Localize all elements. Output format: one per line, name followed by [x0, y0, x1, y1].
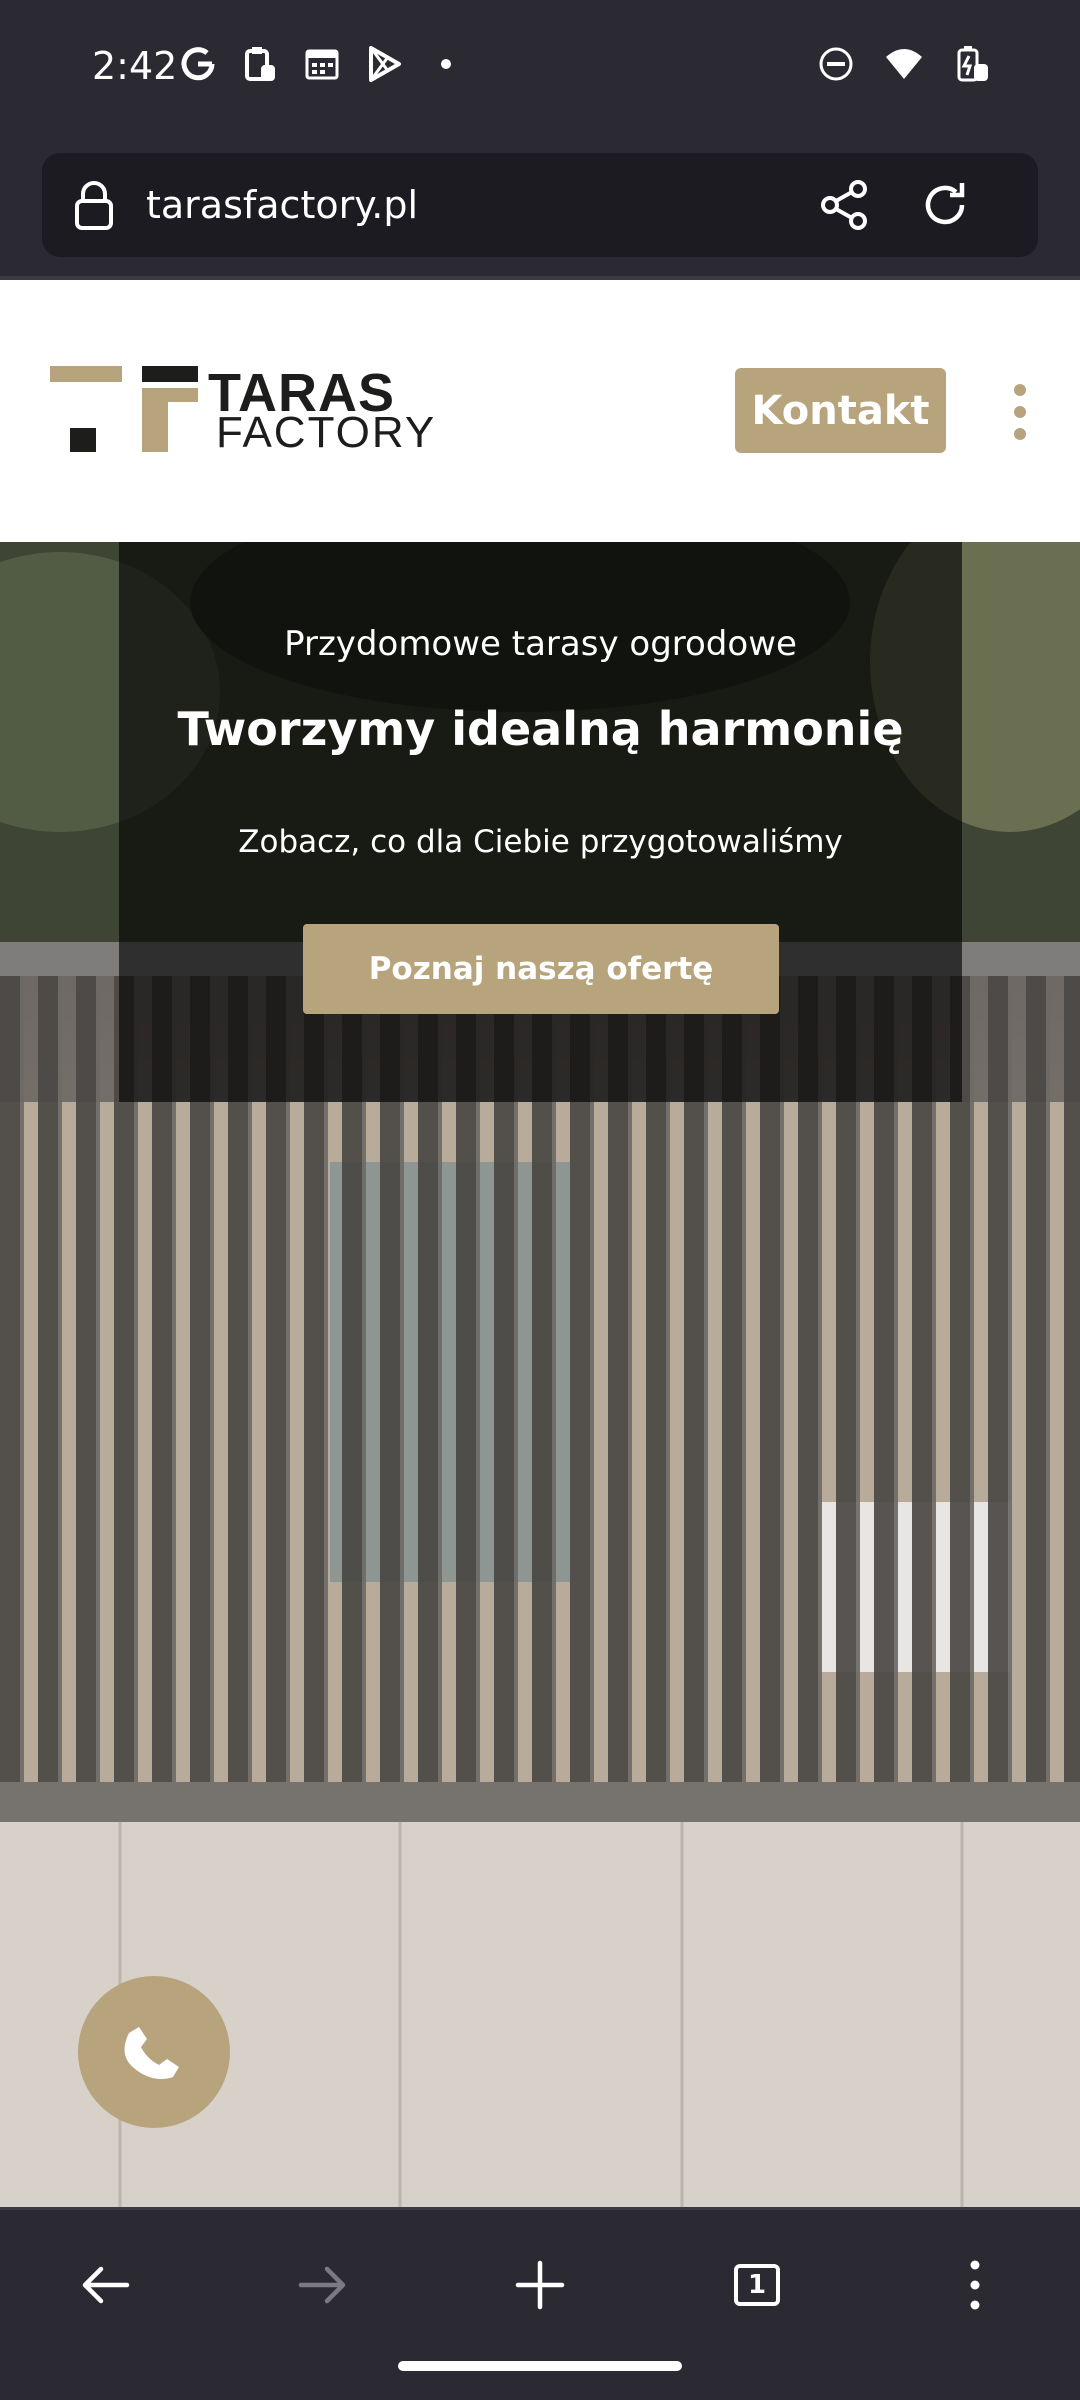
back-arrow-icon — [82, 2266, 130, 2304]
wifi-icon — [884, 44, 924, 84]
tabs-button[interactable]: 1 — [722, 2250, 792, 2320]
home-indicator[interactable] — [398, 2361, 682, 2371]
phone-icon — [124, 2027, 179, 2080]
plus-icon — [515, 2260, 565, 2310]
taras-factory-logo[interactable]: TARAS FACTORY — [48, 362, 434, 457]
clipboard-icon — [240, 44, 280, 84]
browser-bottom-toolbar: 1 — [0, 2207, 1080, 2400]
back-button[interactable] — [70, 2250, 140, 2320]
battery-icon — [952, 44, 992, 84]
reload-icon[interactable] — [918, 178, 972, 232]
kontakt-button[interactable]: Kontakt — [735, 368, 946, 453]
calendar-icon — [302, 44, 342, 84]
dnd-icon — [816, 44, 856, 84]
url-bar[interactable]: tarasfactory.pl — [42, 153, 1038, 257]
hero-description: Zobacz, co dla Ciebie przygotowaliśmy — [238, 824, 843, 860]
url-text[interactable]: tarasfactory.pl — [146, 183, 418, 227]
hero-section: Przydomowe tarasy ogrodowe Tworzymy idea… — [0, 542, 1080, 2207]
status-bar: 2:42 — [0, 0, 1080, 140]
status-icons-right — [816, 44, 992, 84]
google-g-icon — [178, 44, 218, 84]
new-tab-button[interactable] — [505, 2250, 575, 2320]
browser-menu-button[interactable] — [940, 2250, 1010, 2320]
forward-button[interactable] — [288, 2250, 358, 2320]
offer-button[interactable]: Poznaj naszą ofertę — [303, 924, 779, 1014]
logo-text-factory: FACTORY — [216, 408, 437, 457]
forward-arrow-icon — [298, 2266, 346, 2304]
tab-count: 1 — [734, 2264, 780, 2306]
play-store-icon — [364, 44, 404, 84]
logo-mark-icon — [50, 366, 198, 452]
kebab-menu-icon[interactable] — [1004, 380, 1036, 444]
lock-icon[interactable] — [68, 179, 120, 231]
hero-title: Tworzymy idealną harmonię — [177, 702, 904, 756]
menu-dots-icon — [970, 2260, 980, 2310]
share-icon[interactable] — [818, 178, 872, 232]
hero-subtitle: Przydomowe tarasy ogrodowe — [284, 624, 797, 664]
status-time: 2:42 — [92, 44, 178, 88]
phone-call-button[interactable] — [78, 1976, 230, 2128]
site-header: TARAS FACTORY Kontakt — [0, 280, 1080, 542]
notification-dot-icon — [426, 44, 466, 84]
status-icons-left — [178, 44, 466, 84]
